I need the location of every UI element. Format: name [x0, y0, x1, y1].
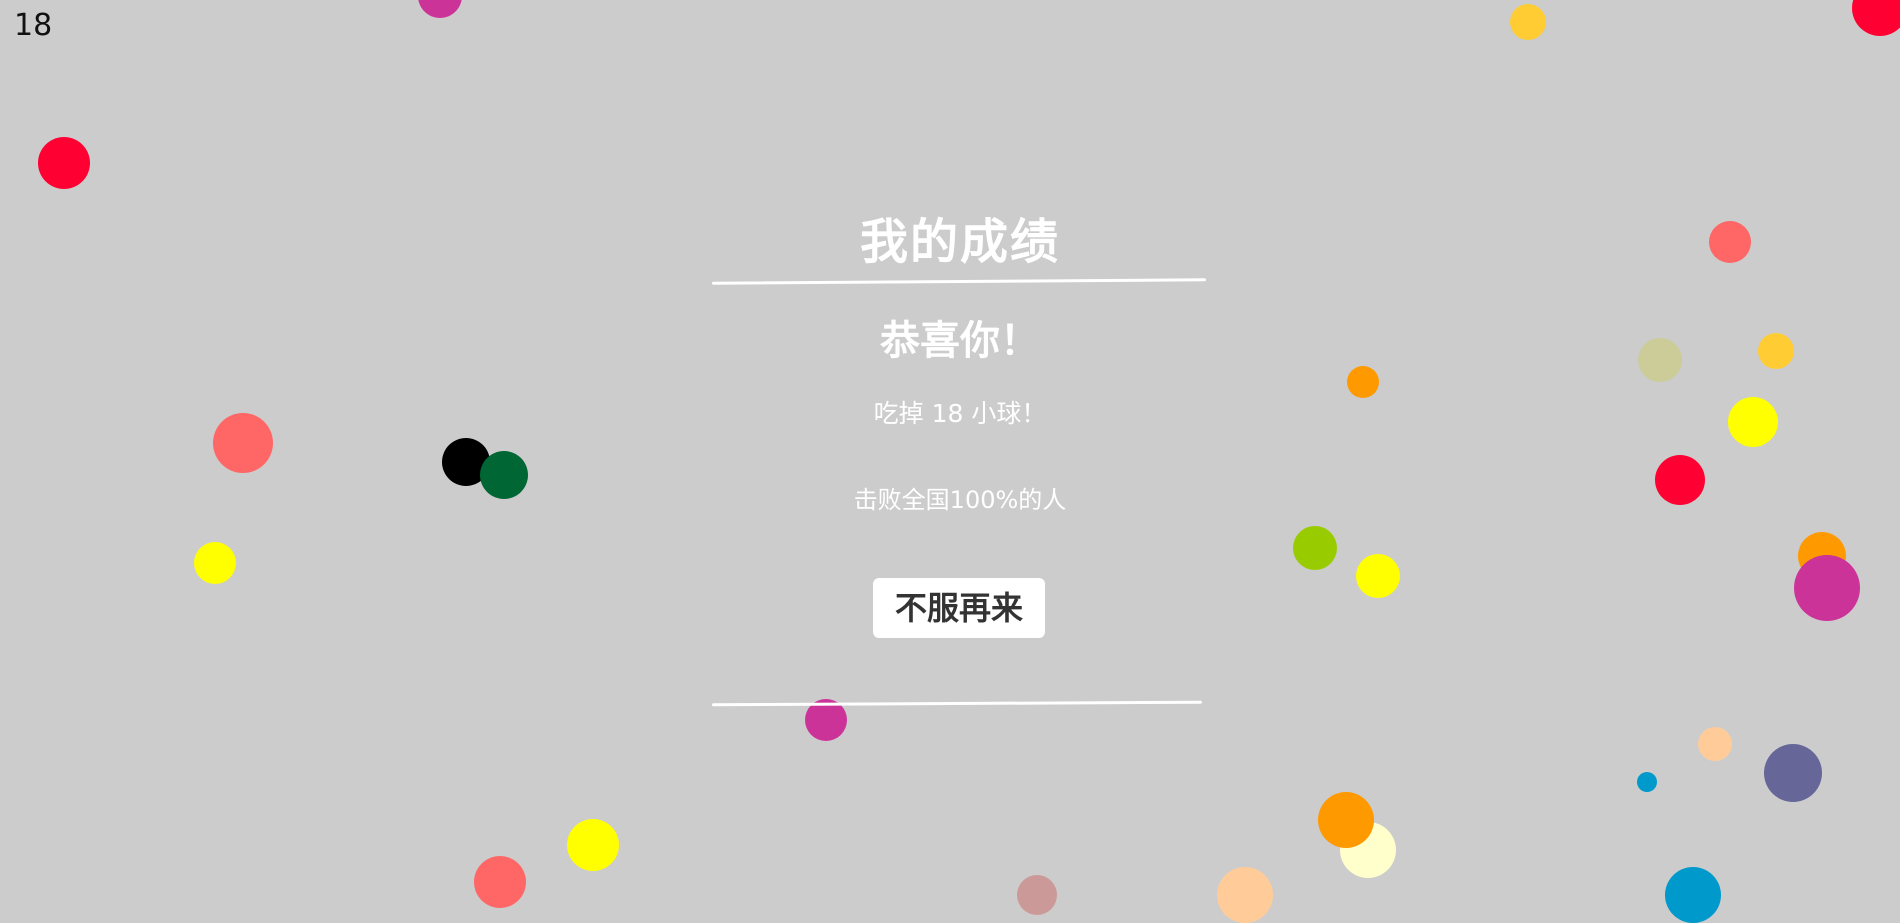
- ball: [1665, 867, 1721, 923]
- ball: [1638, 338, 1682, 382]
- ball: [38, 137, 90, 189]
- ball: [474, 856, 526, 908]
- ball: [480, 451, 528, 499]
- ball: [418, 0, 462, 18]
- result-title: 我的成绩: [859, 214, 1060, 270]
- ball: [1709, 221, 1751, 263]
- ball: [1356, 554, 1400, 598]
- congrats-text: 恭喜你！: [880, 318, 1040, 364]
- ball: [1293, 526, 1337, 570]
- ball: [1017, 875, 1057, 915]
- ball: [1758, 333, 1794, 369]
- ball: [213, 413, 273, 473]
- ball: [1794, 555, 1860, 621]
- ball: [567, 819, 619, 871]
- result-panel: 我的成绩 恭喜你！ 吃掉 18 小球！ 击败全国100%的人 不服再来: [710, 190, 1210, 710]
- ball: [1655, 455, 1705, 505]
- ranking-text: 击败全国100%的人: [853, 486, 1067, 514]
- ball: [1510, 4, 1546, 40]
- ball: [1347, 366, 1379, 398]
- ball: [1728, 397, 1778, 447]
- ball: [1637, 772, 1657, 792]
- ball: [1698, 727, 1732, 761]
- ball: [1764, 744, 1822, 802]
- ball: [194, 542, 236, 584]
- balls-eaten-text: 吃掉 18 小球！: [873, 399, 1047, 428]
- retry-button[interactable]: 不服再来: [873, 578, 1045, 638]
- top-divider: [711, 278, 1207, 285]
- ball: [1318, 792, 1374, 848]
- ball: [1217, 867, 1273, 923]
- bottom-divider: [711, 700, 1203, 707]
- ball: [1852, 0, 1900, 36]
